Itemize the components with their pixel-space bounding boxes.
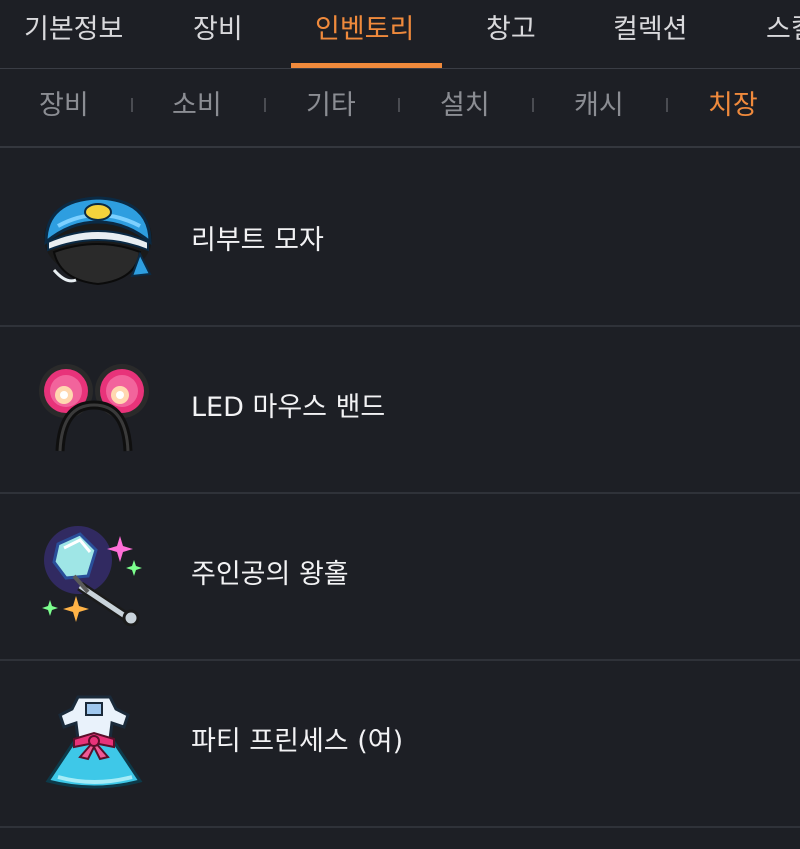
item-name: LED 마우스 밴드 bbox=[191, 392, 386, 423]
subtab-install[interactable]: 설치 bbox=[440, 69, 490, 146]
list-item[interactable]: 주인공의 왕홀 bbox=[0, 492, 800, 661]
active-tab-indicator bbox=[291, 63, 442, 68]
tab-equipment[interactable]: 장비 bbox=[193, 0, 243, 68]
item-name: 주인공의 왕홀 bbox=[191, 559, 349, 590]
subtab-equipment[interactable]: 장비 bbox=[39, 69, 89, 146]
sub-tab-bar: 장비 소비 기타 설치 캐시 치장 bbox=[0, 69, 800, 148]
tab-skill[interactable]: 스킬 bbox=[766, 0, 800, 68]
tab-inventory[interactable]: 인벤토리 bbox=[315, 0, 414, 68]
subtab-cash[interactable]: 캐시 bbox=[574, 69, 624, 146]
tab-collection[interactable]: 컬렉션 bbox=[613, 0, 688, 68]
tab-basic-info[interactable]: 기본정보 bbox=[24, 0, 123, 68]
mouse-ear-headband-icon bbox=[39, 364, 149, 452]
list-item[interactable]: 리부트 모자 bbox=[0, 158, 800, 327]
subtab-divider bbox=[398, 98, 400, 112]
subtab-etc[interactable]: 기타 bbox=[306, 69, 356, 146]
blue-cap-icon bbox=[44, 196, 152, 286]
subtab-consumable[interactable]: 소비 bbox=[172, 69, 222, 146]
princess-dress-icon bbox=[45, 695, 143, 789]
item-name: 파티 프린세스 (여) bbox=[191, 726, 404, 757]
subtab-divider bbox=[264, 98, 266, 112]
subtab-divider bbox=[666, 98, 668, 112]
item-name: 리부트 모자 bbox=[191, 225, 324, 256]
tab-storage[interactable]: 창고 bbox=[486, 0, 536, 68]
top-tab-bar: 기본정보 장비 인벤토리 창고 컬렉션 스킬 bbox=[0, 0, 800, 69]
subtab-cosmetic[interactable]: 치장 bbox=[708, 69, 758, 146]
subtab-divider bbox=[532, 98, 534, 112]
subtab-divider bbox=[131, 98, 133, 112]
list-item[interactable]: 파티 프린세스 (여) bbox=[0, 659, 800, 828]
list-item[interactable]: LED 마우스 밴드 bbox=[0, 325, 800, 494]
sparkling-scepter-icon bbox=[42, 526, 142, 626]
